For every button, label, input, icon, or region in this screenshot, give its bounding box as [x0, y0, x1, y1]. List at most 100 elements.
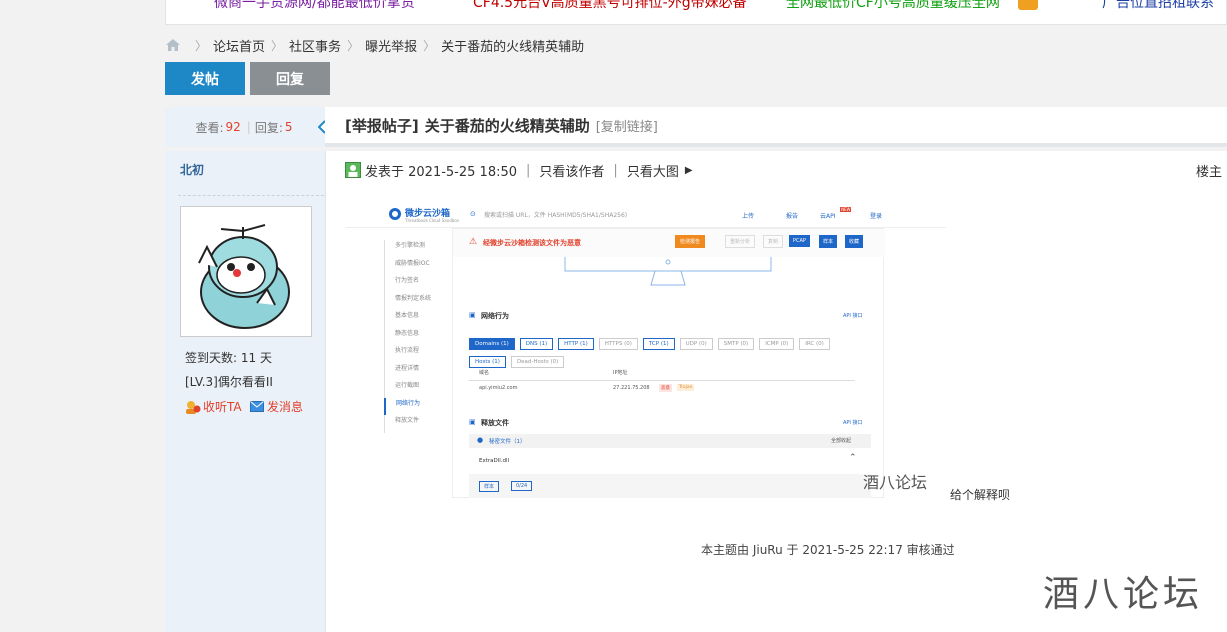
sandbox-side-item: 多引擎检测: [384, 240, 454, 258]
checkin-days: 签到天数: 11 天: [185, 351, 272, 365]
ad-link-2[interactable]: CF4.5元台V高质量黑号可排位-外g带妹必备: [473, 0, 747, 12]
author-name[interactable]: 北初: [180, 161, 204, 178]
reply-button[interactable]: 回复: [250, 62, 330, 95]
sandbox-action-reanalyze: 重新分析: [725, 235, 756, 248]
sandbox-action-pcap: PCAP: [789, 235, 810, 247]
sandbox-side-menu: 多引擎检测 威胁情报IOC 行为签名 情报判定系统 基本信息 静态信息 执行流程…: [384, 240, 454, 433]
replies-label: 回复:: [254, 120, 283, 135]
chevron-right-icon: 〉: [347, 38, 360, 53]
views-label: 查看:: [195, 120, 224, 135]
sandbox-action-copy: 复制: [763, 235, 784, 248]
caret-right-icon[interactable]: ▶: [685, 165, 693, 176]
sandbox-pill: HTTPS (0): [598, 338, 638, 350]
sandbox-col-domain: 域名: [479, 370, 490, 376]
sandbox-logo-icon: [389, 208, 401, 220]
post-time: 发表于 2021-5-25 18:50: [365, 164, 518, 180]
sandbox-btn-detect: 0/24: [511, 481, 533, 491]
sandbox-new-badge: NEW: [840, 207, 852, 212]
ad-links-bar: 微商一手货源网/都能最低价拿货 CF4.5元台V高质量黑号可排位-外g带妹必备 …: [165, 0, 1227, 25]
sandbox-alert-bar: ⚠ 经微步云沙箱检测该文件为恶意 检测报告 重新分析 复制 PCAP 样本 收藏: [453, 229, 885, 257]
sandbox-action-detect: 检测报告: [675, 235, 706, 248]
sandbox-file-name: ExtraDll.dll: [479, 458, 510, 464]
sandbox-nav-upload: 上传: [742, 213, 755, 220]
divider: [178, 195, 324, 196]
sandbox-tag-trojan: Trojan: [677, 384, 695, 391]
sandbox-nav-api: 云API: [820, 213, 836, 220]
message-label: 发消息: [267, 400, 304, 414]
forum-page: 微商一手货源网/都能最低价拿货 CF4.5元台V高质量黑号可排位-外g带妹必备 …: [0, 0, 1227, 632]
sandbox-pill: TCP (1): [642, 338, 675, 350]
new-post-button[interactable]: 发帖: [165, 62, 245, 95]
sandbox-header: 微步云沙箱 Threatbook Cloud Sandbox ⊙ 搜索或扫描 U…: [346, 200, 946, 228]
avatar[interactable]: [180, 206, 312, 337]
ad-link-1[interactable]: 微商一手货源网/都能最低价拿货: [214, 0, 415, 12]
sandbox-btn-sample: 样本: [479, 481, 500, 492]
breadcrumb-report[interactable]: 曝光举报: [365, 36, 417, 55]
sandbox-pill: Dead-Hosts (0): [510, 356, 565, 368]
sandbox-net-title: 网络行为: [481, 312, 509, 320]
sandbox-filter-row-1: Domains (1) DNS (1) HTTP (1) HTTPS (0) TCP (…: [469, 330, 835, 350]
sandbox-api-link: API 接口: [843, 313, 863, 319]
ad-link-3[interactable]: 全网最低价CF小号高质量缓压全网: [786, 0, 1000, 12]
breadcrumb-current[interactable]: 关于番茄的火线精英辅助: [441, 36, 584, 55]
replies-count: 5: [284, 120, 293, 134]
release-icon: ▣: [469, 418, 476, 426]
ad-link-4[interactable]: 广告位直招租联系: [1102, 0, 1214, 12]
sandbox-side-item: 基本信息: [384, 310, 454, 328]
sandbox-tag-threat: 恶意: [659, 384, 672, 392]
sandbox-side-item: 行为签名: [384, 275, 454, 293]
author-online-icon: [345, 162, 361, 178]
thread-title: 关于番茄的火线精英辅助: [424, 116, 590, 135]
breadcrumb-community[interactable]: 社区事务: [289, 36, 341, 55]
sandbox-nav-report: 报告: [786, 213, 799, 220]
user-level[interactable]: [LV.3]偶尔看看II: [185, 373, 273, 390]
chevron-right-icon: 〉: [271, 38, 284, 53]
cat-avatar-icon: [181, 207, 311, 336]
only-author-link[interactable]: 只看该作者: [539, 161, 604, 180]
chevron-up-icon: ⌃: [849, 453, 857, 463]
sandbox-action-favorite: 收藏: [845, 235, 864, 248]
breadcrumb-forum-home[interactable]: 论坛首页: [213, 36, 265, 55]
sandbox-side-item: 情报判定系统: [384, 292, 454, 310]
sandbox-search-input: 搜索或扫描 URL，文件 HASH(MD5/SHA1/SHA256): [484, 212, 628, 219]
sandbox-malicious-bar: ● 秘密文件（1） 全部收起: [469, 434, 871, 448]
watermark-big: 酒八论坛: [1043, 574, 1204, 615]
network-icon: ▣: [469, 311, 476, 319]
thread-stats: 查看: 92 | 回复: 5: [165, 107, 325, 147]
thread-title-bar: [举报帖子] 关于番茄的火线精英辅助 [复制链接]: [325, 107, 1227, 147]
sandbox-pill: Hosts (1): [469, 356, 506, 368]
post-body-text: 给个解释呗: [950, 488, 1011, 502]
sandbox-collapse-all: 全部收起: [831, 438, 852, 444]
sandbox-filter-row-2: Hosts (1) Dead-Hosts (0): [469, 348, 569, 368]
sandbox-ip: 27.221.75.208: [613, 385, 650, 391]
monitor-illustration-icon: [564, 257, 772, 286]
big-image-link[interactable]: 只看大图: [627, 161, 679, 180]
chevron-right-icon: 〉: [195, 38, 208, 53]
post-image[interactable]: 微步云沙箱 Threatbook Cloud Sandbox ⊙ 搜索或扫描 U…: [346, 200, 946, 498]
stats-divider: |: [246, 120, 251, 134]
sandbox-panel: ⚠ 经微步云沙箱检测该文件为恶意 检测报告 重新分析 复制 PCAP 样本 收藏…: [452, 228, 885, 498]
send-message-button[interactable]: 发消息: [250, 398, 303, 415]
sandbox-side-item: 释放文件: [384, 415, 454, 433]
sandbox-side-item: 运行截图: [384, 380, 454, 398]
sandbox-side-item: 静态信息: [384, 327, 454, 345]
follow-label: 收听TA: [203, 400, 242, 414]
breadcrumb: 〉 论坛首页 〉 社区事务 〉 曝光举报 〉 关于番茄的火线精英辅助: [165, 35, 584, 55]
sandbox-nav-login: 登录: [870, 213, 883, 220]
sandbox-brand-sub: Threatbook Cloud Sandbox: [405, 218, 460, 223]
sandbox-release-api: API 接口: [843, 420, 863, 426]
follow-icon: [186, 400, 201, 414]
post-meta: 发表于 2021-5-25 18:50 | 只看该作者 | 只看大图 ▶: [345, 160, 693, 180]
sandbox-pill: ICMP (0): [759, 338, 795, 350]
sandbox-pill: UDP (0): [679, 338, 713, 350]
copy-link-button[interactable]: [复制链接]: [596, 116, 658, 135]
sandbox-pill: IRC (0): [799, 338, 830, 350]
review-notice: 本主题由 JiuRu 于 2021-5-25 22:17 审核通过: [701, 543, 955, 557]
follow-button[interactable]: 收听TA: [185, 398, 242, 415]
watermark-small: 酒八论坛: [863, 473, 928, 492]
home-icon[interactable]: [165, 38, 181, 52]
sandbox-side-item: 网络行为: [384, 397, 454, 415]
chevron-right-icon: 〉: [423, 38, 436, 53]
sandbox-domain: api.yimiu2.com: [479, 385, 518, 391]
sandbox-release-title: 释放文件: [481, 419, 509, 427]
